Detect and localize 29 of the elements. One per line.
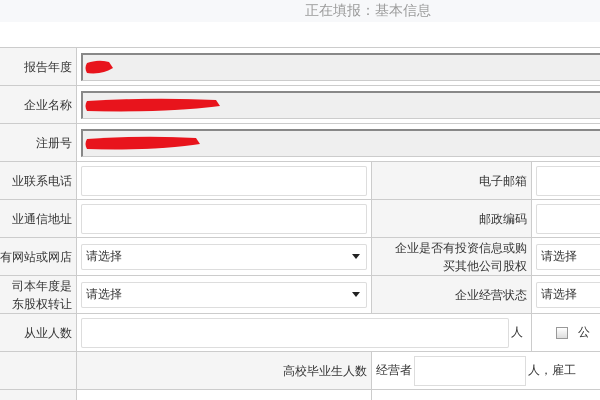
field-label: 有网站或网店 (0, 248, 72, 266)
field-label: 业联系电话 (12, 172, 72, 190)
field-label: 企业是否有投资信息或购 买其他公司股权 (395, 240, 527, 274)
field-label: 企业名称 (24, 96, 72, 114)
input-field[interactable] (81, 318, 509, 348)
select-field[interactable]: 请选择 (536, 282, 600, 308)
checkbox-label: 公 (577, 324, 591, 341)
caret-icon (352, 254, 360, 259)
unit-label: 人 (510, 324, 524, 341)
input-field[interactable] (414, 356, 526, 386)
select-field[interactable]: 请选择 (536, 244, 600, 270)
input-field[interactable] (81, 166, 367, 196)
field-label: 邮政编码 (479, 210, 527, 228)
select-field[interactable]: 请选择 (81, 282, 367, 308)
field-label: 从业人数 (24, 324, 72, 342)
checkbox[interactable] (556, 326, 568, 338)
unit-label: 人，雇工 (527, 362, 577, 379)
field-label: 报告年度 (24, 58, 72, 76)
select-field[interactable]: 请选择 (81, 244, 367, 270)
input-field[interactable] (81, 204, 367, 234)
field-label: 高校毕业生人数 (283, 362, 367, 380)
caret-icon (352, 292, 360, 297)
field-label: 注册号 (36, 134, 72, 152)
field-label: 经营者 (376, 362, 413, 379)
page-title: 正在填报：基本信息 (305, 2, 431, 20)
field-label: 司本年度是 东股权转让 (12, 278, 72, 312)
field-label: 业通信地址 (12, 210, 72, 228)
field-label: 电子邮箱 (479, 172, 527, 190)
field-label: 企业经营状态 (455, 286, 527, 304)
